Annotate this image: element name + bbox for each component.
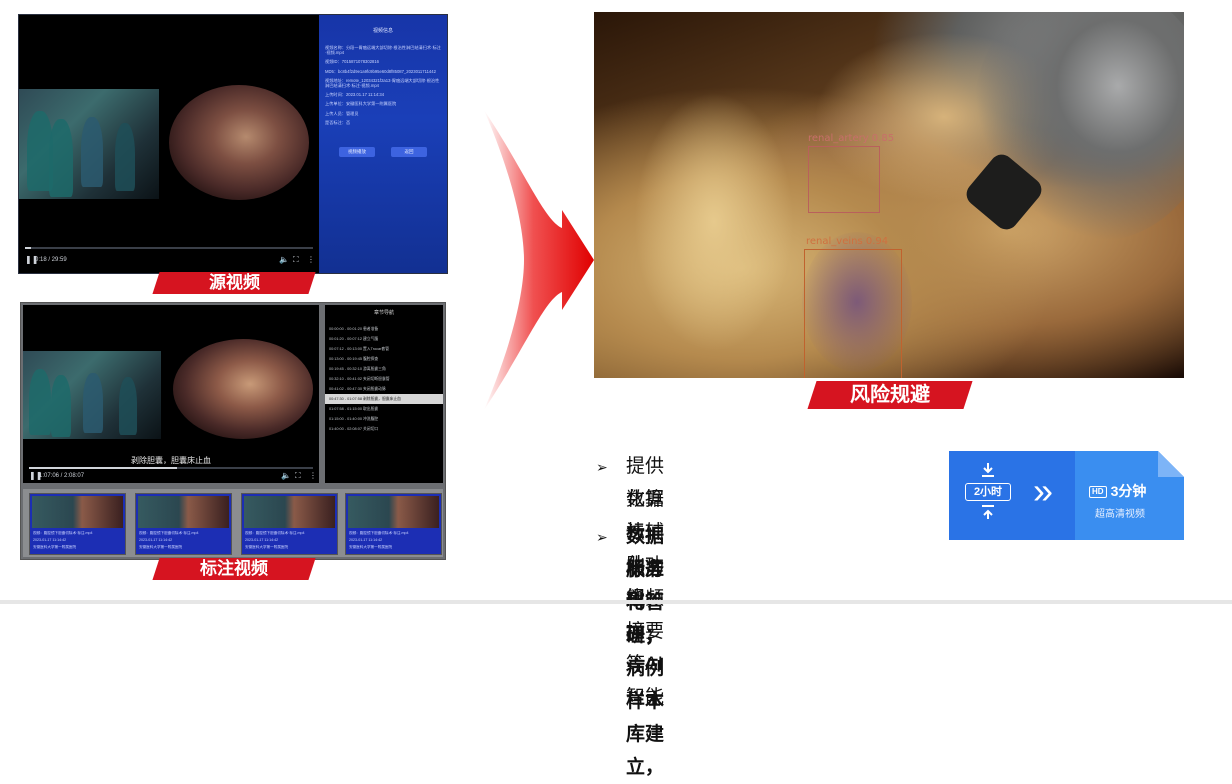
back-button[interactable]: 返回 [391,147,427,157]
thumbnail-image [244,496,335,528]
bullet-arrow-icon: ➢ [596,529,608,545]
detection-label: renal_artery 0.85 [808,133,895,144]
info-row: 视频ID：7015871078302816 [325,59,380,65]
source-video-label: 源视频 [152,272,316,294]
source-video-panel: ❚❚ 0:18 / 29:59 🔈 ⛶ ⋮ 视频信息 视频名称：分段一胃癌远端大… [18,14,448,274]
annotated-video-label: 标注视频 [152,558,316,580]
chapter-item[interactable]: 00:19:45 - 00:32:10 游离胆囊三角 [325,364,443,374]
thumbnail-org: 安徽医科大学第一附属医院 [33,545,77,549]
chapter-item[interactable]: 00:13:00 - 00:19:45 腹腔探查 [325,354,443,364]
hd-video-caption: 超高清视频 [1095,509,1145,520]
thumbnail-org: 安徽医科大学第一附属医院 [139,545,183,549]
duration-badge: 2小时 » HD 3分钟 超高清视频 [949,451,1184,540]
thumbnail-org: 安徽医科大学第一附属医院 [245,545,289,549]
video-thumbnail[interactable]: 视频：腹腔镜下胆囊切除术·标注.mp4 2023-01-17 11:14:42 … [241,493,338,555]
volume-icon[interactable]: 🔈 [281,471,291,480]
info-panel-title: 视频信息 [372,28,393,34]
video-thumbnail[interactable]: 视频：腹腔镜下胆囊切除术·标注.mp4 2023-01-17 11:14:42 … [29,493,126,555]
chapter-item[interactable]: 00:07:12 - 00:13:00 置入Trocar套管 [325,344,443,354]
risk-avoidance-label: 风险规避 [807,381,973,409]
original-duration: 2小时 [965,483,1011,501]
thumbnail-date: 2023-01-17 11:14:42 [139,538,173,542]
thumbnail-date: 2023-01-17 11:14:42 [245,538,279,542]
chevron-double-right-icon: » [1033,470,1054,511]
more-options-icon[interactable]: ⋮ [307,255,315,264]
info-row: 视频地址：remote_12034321f2a13·胃癌远端大部切除·根治性淋巴… [325,77,440,89]
chapter-item[interactable]: 01:15:00 - 01:40:00 冲洗腹腔 [325,414,443,424]
volume-icon[interactable]: 🔈 [279,255,289,264]
play-video-button[interactable]: 视频播放 [339,147,375,157]
thumbnail-org: 安徽医科大学第一附属医院 [349,545,393,549]
annotated-video-panel: 剥除胆囊，胆囊床止血 1:07:06 / 2:08:07 ❚❚ 🔈 ⛶ ⋮ 章节… [20,302,446,560]
chapter-item[interactable]: 00:00:00 - 00:01:20 患者准备 [325,324,443,334]
chapter-item[interactable]: 00:41:02 - 00:47:30 夹闭胆囊动脉 [325,384,443,394]
summary-duration: HD 3分钟 [1089,481,1146,501]
video-thumbnail[interactable]: 视频：腹腔镜下胆囊切除术·标注.mp4 2023-01-17 11:14:42 … [135,493,232,555]
thumbnail-strip: 视频：腹腔镜下胆囊切除术·标注.mp4 2023-01-17 11:14:42 … [23,489,443,557]
video-subtitle: 剥除胆囊，胆囊床止血 [131,456,211,465]
hd-icon: HD [1089,486,1107,499]
chapter-item[interactable]: 00:32:10 - 00:41:02 夹闭切断胆囊管 [325,374,443,384]
video-info-panel: 视频信息 视频名称：分段一胃癌远端大部切除·根治性淋巴结清扫术·标注·视频.mp… [319,15,447,273]
thumbnail-image [138,496,229,528]
source-video-player[interactable]: ❚❚ 0:18 / 29:59 🔈 ⛶ ⋮ [19,15,319,273]
chapter-nav-title: 章节导航 [373,310,394,316]
operating-room-view [23,351,161,439]
page-curl-icon [1158,451,1184,477]
endoscope-view [173,339,313,439]
detection-box-renal-veins [804,249,902,378]
info-row: 视频名称：分段一胃癌远端大部切除·根治性淋巴结清扫术·标注·视频.mp4 [325,45,441,56]
risk-detection-image: renal_artery 0.85 renal_veins 0.94 [594,12,1184,378]
progress-fill [29,467,177,469]
info-rows: 视频名称：分段一胃癌远端大部切除·根治性淋巴结清扫术·标注·视频.mp4 视频I… [325,45,441,129]
chapter-item[interactable]: 01:07:58 - 01:15:00 取出胆囊 [325,404,443,414]
playback-time: 0:18 / 29:59 [35,257,67,263]
progress-bar[interactable] [29,467,313,469]
progress-fill [25,247,31,249]
bottom-divider [0,600,1232,604]
thumbnail-date: 2023-01-17 11:14:42 [349,538,383,542]
player-control-bar: ❚❚ 0:18 / 29:59 🔈 ⛶ ⋮ [19,247,319,273]
info-row: MD5：bc8b4f2d9e1a9fc9b95e60d8f85087_20230… [325,68,436,74]
transform-arrow [484,110,594,410]
playback-time: 1:07:06 / 2:08:07 [39,473,85,479]
summary-duration-value: 3分钟 [1110,483,1147,499]
compress-down-icon [982,463,994,477]
video-thumbnail[interactable]: 视频：腹腔镜下胆囊切除术·标注.mp4 2023-01-17 11:14:42 … [345,493,442,555]
thumbnail-name: 视频：腹腔镜下胆囊切除术·标注.mp4 [139,531,199,535]
thumbnail-name: 视频：腹腔镜下胆囊切除术·标注.mp4 [245,531,305,535]
endoscope-view [169,85,309,200]
detection-box-renal-artery [808,146,880,213]
annotated-video-player[interactable]: 剥除胆囊，胆囊床止血 1:07:06 / 2:08:07 ❚❚ 🔈 ⛶ ⋮ [23,305,319,483]
thumbnail-image [32,496,123,528]
chapter-item[interactable]: 00:47:30 - 01:07:58 剥除胆囊，胆囊床止血 [325,394,443,404]
badge-right: HD 3分钟 超高清视频 [1075,451,1184,540]
operating-room-view [19,89,159,199]
thumbnail-image [348,496,439,528]
pause-icon[interactable]: ❚❚ [29,471,42,480]
fullscreen-icon[interactable]: ⛶ [295,471,301,481]
bullet-arrow-icon: ➢ [596,459,608,475]
info-row: 上传时间：2023.01.17 11:14:34 [325,92,385,98]
info-row: 上传单位：安徽医科大学第一附属医院 [325,101,397,107]
progress-bar[interactable] [25,247,313,249]
thumbnail-name: 视频：腹腔镜下胆囊切除术·标注.mp4 [349,531,409,535]
info-row: 是否标注：否 [325,119,351,125]
chapter-navigation: 章节导航 00:00:00 - 00:01:20 患者准备 00:01:20 -… [325,305,443,483]
chapter-list: 00:00:00 - 00:01:20 患者准备 00:01:20 - 00:0… [325,324,443,434]
chapter-item[interactable]: 01:40:00 - 02:08:07 关闭切口 [325,424,443,434]
thumbnail-name: 视频：腹腔镜下胆囊切除术·标注.mp4 [33,531,93,535]
more-options-icon[interactable]: ⋮ [309,471,317,480]
detection-label: renal_veins 0.94 [806,236,889,247]
compress-up-icon [982,505,994,519]
fullscreen-icon[interactable]: ⛶ [293,255,299,265]
info-row: 上传人员：管理员 [325,110,359,116]
thumbnail-date: 2023-01-17 11:14:42 [33,538,67,542]
badge-left: 2小时 » [949,451,1075,540]
player-control-bar: 1:07:06 / 2:08:07 ❚❚ 🔈 ⛶ ⋮ [23,467,319,483]
chapter-item[interactable]: 00:01:20 - 00:07:12 建立气腹 [325,334,443,344]
